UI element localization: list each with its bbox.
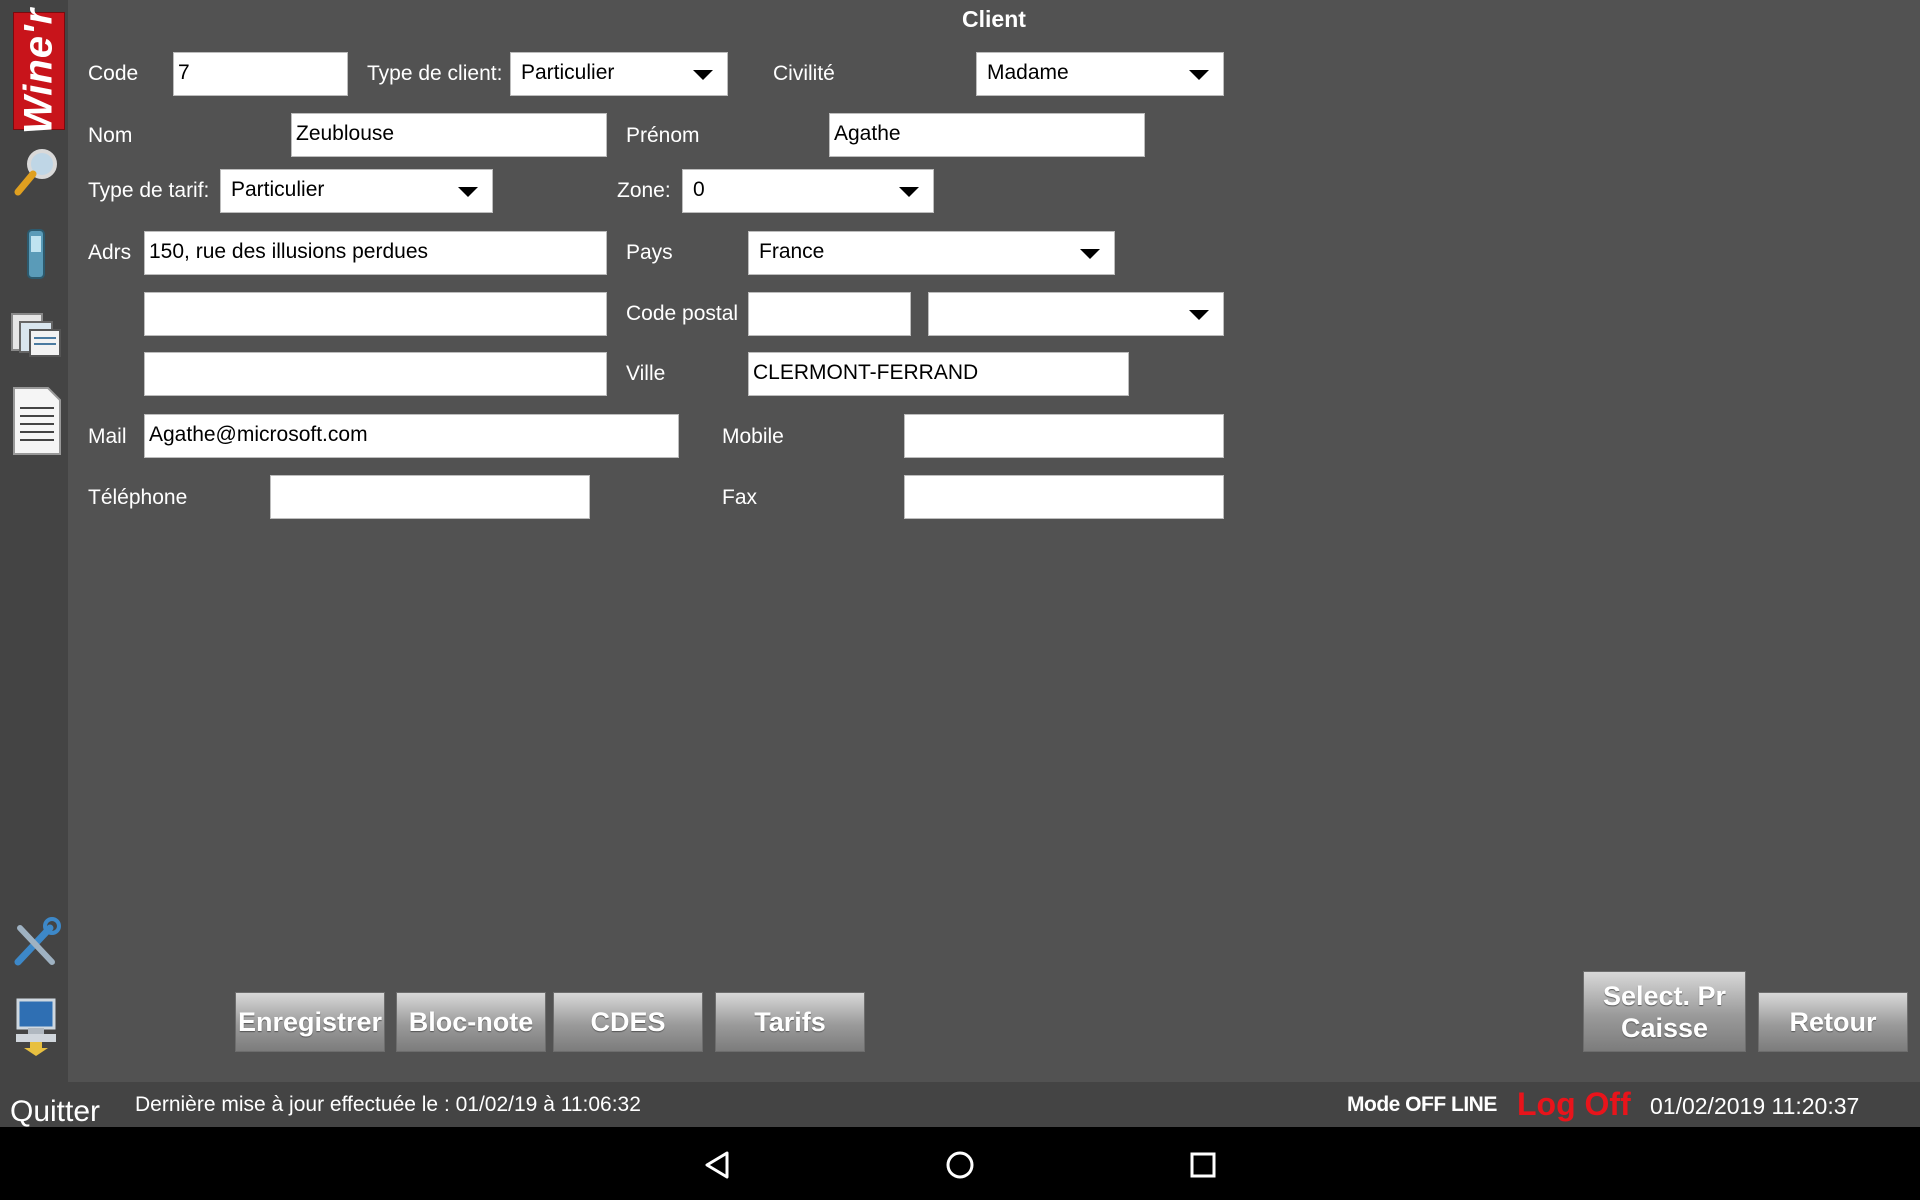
enregistrer-button[interactable]: Enregistrer: [235, 992, 385, 1052]
civilite-label: Civilité: [773, 62, 835, 85]
select-caisse-button[interactable]: Select. Pr Caisse: [1583, 971, 1746, 1052]
computer-download-icon[interactable]: [8, 996, 64, 1056]
pays-label: Pays: [626, 241, 673, 264]
type-client-select[interactable]: Particulier: [510, 52, 728, 96]
mail-label: Mail: [88, 425, 127, 448]
prenom-label: Prénom: [626, 124, 700, 147]
mobile-input[interactable]: [904, 414, 1224, 458]
zone-value: 0: [693, 178, 705, 201]
adrs-line3-input[interactable]: [144, 352, 607, 396]
home-icon[interactable]: [945, 1150, 975, 1180]
chevron-down-icon: [693, 70, 713, 80]
page-title: Client: [962, 6, 1026, 32]
type-tarif-value: Particulier: [231, 178, 325, 201]
documents-icon[interactable]: [8, 306, 64, 362]
pays-select[interactable]: France: [748, 231, 1115, 275]
civilite-select[interactable]: Madame: [976, 52, 1224, 96]
nom-input[interactable]: Zeublouse: [291, 113, 607, 157]
chevron-down-icon: [1189, 70, 1209, 80]
code-postal-label: Code postal: [626, 302, 739, 325]
ville-input[interactable]: CLERMONT-FERRAND: [748, 352, 1129, 396]
zone-label: Zone:: [617, 179, 671, 202]
fax-label: Fax: [722, 486, 758, 509]
pays-value: France: [759, 240, 825, 263]
mail-input[interactable]: Agathe@microsoft.com: [144, 414, 679, 458]
fax-input[interactable]: [904, 475, 1224, 519]
retour-button[interactable]: Retour: [1758, 992, 1908, 1052]
select-caisse-line1: Select. Pr: [1602, 980, 1727, 1011]
type-client-label: Type de client:: [367, 62, 503, 85]
telephone-input[interactable]: [270, 475, 590, 519]
tools-icon[interactable]: [8, 916, 64, 972]
telephone-label: Téléphone: [88, 486, 188, 509]
magnifier-icon[interactable]: [8, 144, 64, 200]
datetime-text: 01/02/2019 11:20:37: [1650, 1093, 1860, 1119]
recents-icon[interactable]: [1188, 1150, 1218, 1180]
code-postal-input[interactable]: [748, 292, 911, 336]
code-postal-select[interactable]: [928, 292, 1224, 336]
adrs-line2-input[interactable]: [144, 292, 607, 336]
chevron-down-icon: [1189, 310, 1209, 320]
app-logo-text: Wine'r: [16, 7, 61, 135]
quitter-button[interactable]: Quitter: [10, 1094, 100, 1130]
chevron-down-icon: [1080, 249, 1100, 259]
adrs-label: Adrs: [88, 241, 132, 264]
document-page-icon[interactable]: [8, 386, 64, 455]
mobile-phone-icon[interactable]: [8, 226, 64, 282]
select-caisse-line2: Caisse: [1620, 1012, 1709, 1043]
mode-status: Mode OFF LINE: [1347, 1093, 1497, 1116]
last-update-text: Dernière mise à jour effectuée le : 01/0…: [135, 1093, 641, 1116]
bloc-note-button[interactable]: Bloc-note: [396, 992, 546, 1052]
back-icon[interactable]: [703, 1150, 733, 1180]
chevron-down-icon: [458, 187, 478, 197]
ville-label: Ville: [626, 362, 666, 385]
civilite-value: Madame: [987, 61, 1069, 84]
log-off-button[interactable]: Log Off: [1517, 1086, 1631, 1122]
prenom-input[interactable]: Agathe: [829, 113, 1145, 157]
cdes-button[interactable]: CDES: [553, 992, 703, 1052]
nom-label: Nom: [88, 124, 133, 147]
adrs-line1-input[interactable]: 150, rue des illusions perdues: [144, 231, 607, 275]
code-input[interactable]: 7: [173, 52, 348, 96]
app-logo: Wine'r: [13, 8, 65, 134]
code-label: Code: [88, 62, 139, 85]
type-client-value: Particulier: [521, 61, 615, 84]
type-tarif-label: Type de tarif:: [88, 179, 210, 202]
type-tarif-select[interactable]: Particulier: [220, 169, 493, 213]
chevron-down-icon: [899, 187, 919, 197]
tarifs-button[interactable]: Tarifs: [715, 992, 865, 1052]
mobile-label: Mobile: [722, 425, 784, 448]
zone-select[interactable]: 0: [682, 169, 934, 213]
